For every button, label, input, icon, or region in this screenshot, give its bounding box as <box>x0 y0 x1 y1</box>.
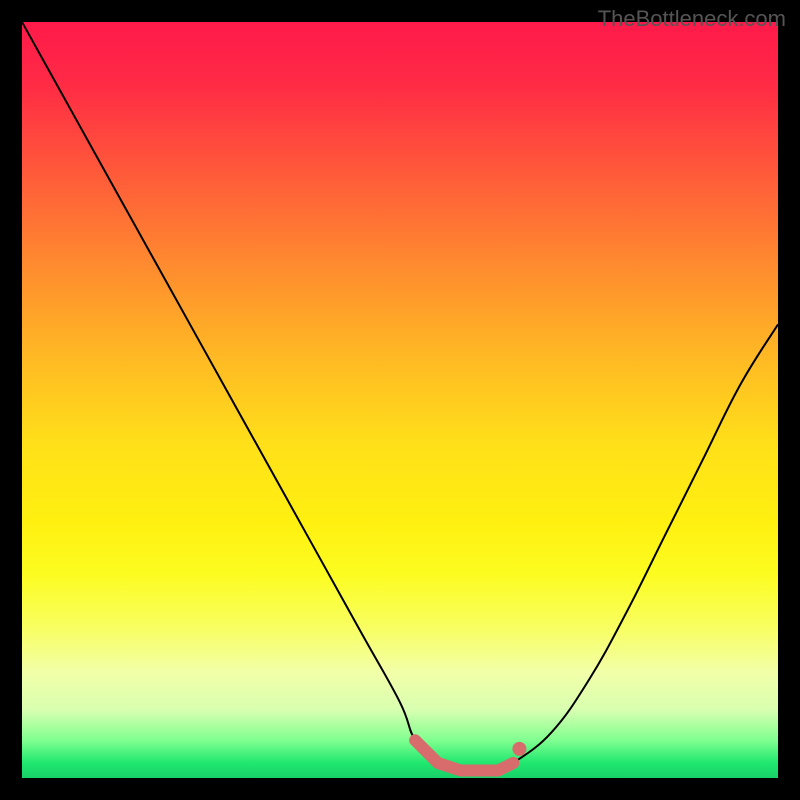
optimal-zone-dot <box>512 742 526 756</box>
watermark-text: TheBottleneck.com <box>598 6 786 32</box>
bottleneck-curve-line <box>22 22 778 771</box>
optimal-zone-marker <box>415 740 513 770</box>
plot-area <box>22 22 778 778</box>
chart-svg <box>22 22 778 778</box>
